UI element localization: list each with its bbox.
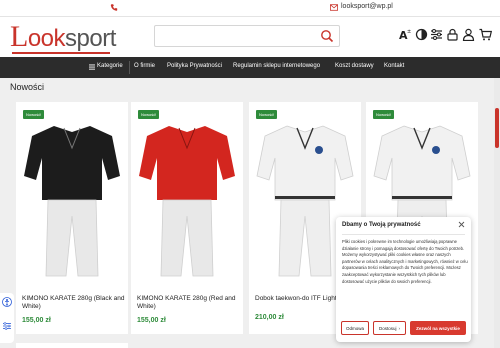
accept-all-button[interactable]: Zezwól na wszystkie xyxy=(410,321,466,335)
logo[interactable]: Looksport xyxy=(10,20,116,54)
font-size-icon[interactable]: A ± xyxy=(399,28,412,41)
phone-icon[interactable] xyxy=(110,3,118,12)
product-price: 210,00 zł xyxy=(255,314,284,321)
close-icon[interactable] xyxy=(458,221,465,228)
cart-icon[interactable] xyxy=(479,28,492,41)
product-name[interactable]: KIMONO KARATE 280g (Black and White) xyxy=(22,295,126,311)
user-icon[interactable] xyxy=(462,28,475,41)
settings-sliders-icon[interactable] xyxy=(2,321,12,331)
cookie-consent-dialog: Dbamy o Twoją prywatność Pliki cookies i… xyxy=(336,217,471,342)
accessibility-icon[interactable] xyxy=(2,297,12,307)
chevron-right-icon: › xyxy=(398,325,401,331)
mail-icon xyxy=(330,4,338,11)
search-input[interactable] xyxy=(155,26,315,47)
reject-button[interactable]: Odmowa xyxy=(341,321,369,335)
logo-letter: L xyxy=(10,20,28,53)
nav-divider xyxy=(129,61,130,74)
email-link[interactable]: looksport@wp.pl xyxy=(341,3,393,10)
section-title: Nowości xyxy=(10,82,45,92)
product-name[interactable]: KIMONO KARATE 280g (Red and White) xyxy=(137,295,241,311)
cookie-title: Dbamy o Twoją prywatność xyxy=(342,222,421,228)
contrast-icon[interactable] xyxy=(415,28,428,41)
customize-label: Dostosuj xyxy=(378,325,397,331)
nav-item-privacy[interactable]: Polityka Prywatności xyxy=(167,63,222,69)
nav-item-contact[interactable]: Kontakt xyxy=(384,63,404,69)
product-image[interactable] xyxy=(131,118,243,288)
logo-text-ook: ook xyxy=(27,25,66,52)
product-card[interactable]: Nowość! KIMONO KARATE 280g (Red and Whit… xyxy=(131,102,243,334)
svg-text:±: ± xyxy=(407,29,411,35)
cookie-text: Pliki cookies i pokrewne im technologie … xyxy=(342,239,468,284)
menu-icon[interactable] xyxy=(89,64,95,70)
main-navigation: Kategorie O firmie Polityka Prywatności … xyxy=(0,57,500,78)
product-card[interactable]: Nowość! KIMONO KARATE 280g (Black and Wh… xyxy=(16,102,128,334)
logo-underline xyxy=(12,52,110,54)
nav-item-shipping[interactable]: Koszt dostawy xyxy=(335,63,374,69)
next-row-card xyxy=(16,343,128,348)
product-price: 155,00 zł xyxy=(137,317,166,324)
cookie-divider xyxy=(342,234,465,235)
product-price: 155,00 zł xyxy=(22,317,51,324)
nav-item-about[interactable]: O firmie xyxy=(134,63,155,69)
header: Looksport A ± xyxy=(0,17,500,57)
search-box xyxy=(154,25,340,47)
accessibility-widget xyxy=(0,293,14,343)
scrollbar-thumb[interactable] xyxy=(495,108,499,148)
logo-text-sport: sport xyxy=(65,25,116,52)
customize-button[interactable]: Dostosuj › xyxy=(373,321,406,335)
product-image[interactable] xyxy=(16,118,128,288)
top-bar: looksport@wp.pl xyxy=(0,0,500,17)
lock-icon[interactable] xyxy=(446,28,459,41)
search-icon[interactable] xyxy=(320,29,334,43)
nav-item-terms[interactable]: Regulamin sklepu internetowego xyxy=(233,63,320,69)
filters-icon[interactable] xyxy=(430,28,443,41)
nav-categories[interactable]: Kategorie xyxy=(97,63,123,69)
page-scrollbar[interactable] xyxy=(494,78,500,348)
